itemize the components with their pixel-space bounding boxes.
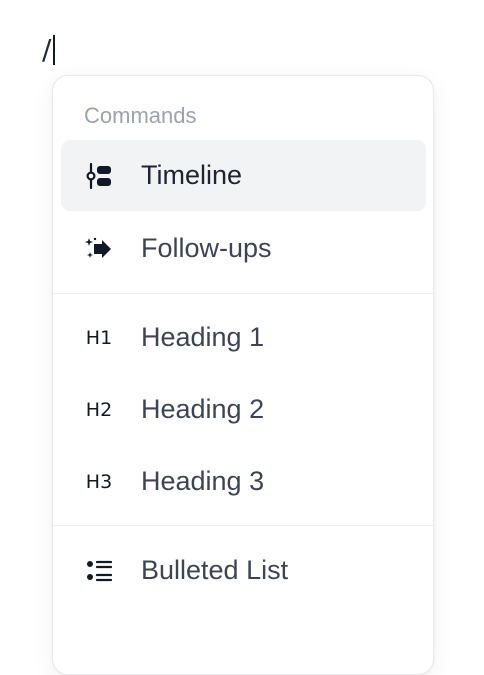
text-caret <box>53 35 55 65</box>
menu-divider <box>53 293 433 294</box>
typed-slash-text: / <box>42 33 52 66</box>
menu-item-label: Heading 3 <box>141 466 265 496</box>
menu-section-title: Commands <box>84 103 197 128</box>
menu-item-label: Heading 2 <box>141 394 265 424</box>
menu-item-label: Timeline <box>141 160 243 190</box>
timeline-icon <box>85 162 113 190</box>
heading-1-icon: H1 <box>85 327 113 349</box>
menu-divider <box>53 525 433 526</box>
menu-item-label: Heading 1 <box>141 322 265 352</box>
menu-item-heading-3[interactable]: H3 Heading 3 <box>61 446 426 517</box>
menu-item-bulleted-list[interactable]: Bulleted List <box>61 535 426 606</box>
menu-item-label: Bulleted List <box>141 555 289 585</box>
follow-ups-icon <box>85 235 113 263</box>
slash-command-menu: Commands Timeline Follow-ups H1 Heading … <box>52 75 434 675</box>
menu-item-heading-2[interactable]: H2 Heading 2 <box>61 374 426 445</box>
heading-3-icon: H3 <box>85 471 113 493</box>
menu-item-timeline[interactable]: Timeline <box>61 140 426 211</box>
heading-2-icon: H2 <box>85 399 113 421</box>
menu-item-heading-1[interactable]: H1 Heading 1 <box>61 302 426 373</box>
editor-area[interactable]: / Commands Timeline Follow-ups H1 Headin… <box>0 0 484 675</box>
menu-item-follow-ups[interactable]: Follow-ups <box>61 213 426 284</box>
bulleted-list-icon <box>85 557 113 585</box>
menu-item-label: Follow-ups <box>141 233 272 263</box>
